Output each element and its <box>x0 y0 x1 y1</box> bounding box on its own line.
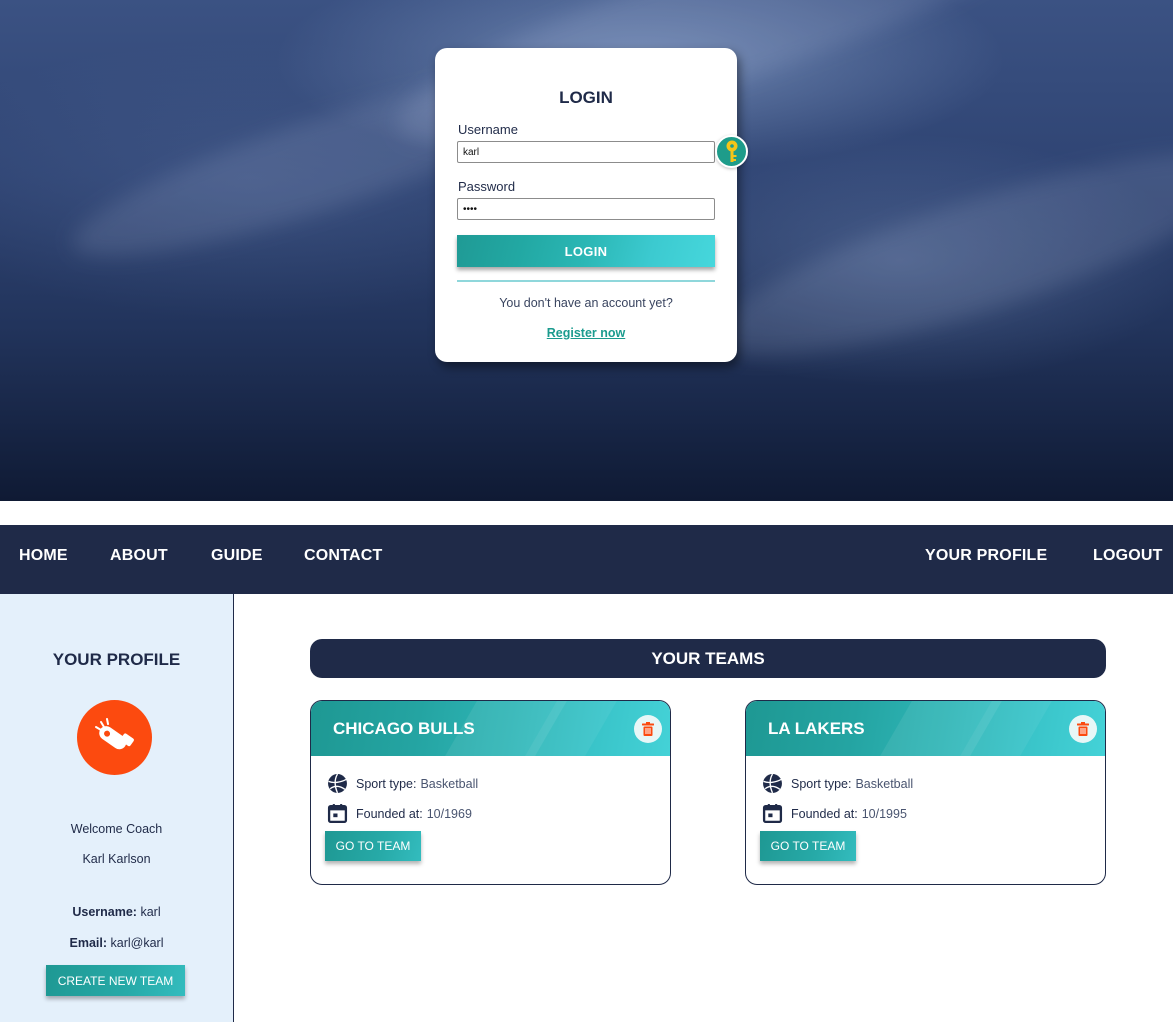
founded-label: Founded at: <box>356 806 423 821</box>
profile-sidebar: YOUR PROFILE Welcome Coach Karl Karlson … <box>0 594 234 1022</box>
email-info: Email: karl@karl <box>0 936 233 950</box>
password-label: Password <box>458 179 516 194</box>
volleyball-icon <box>763 773 782 794</box>
login-button[interactable]: LOGIN <box>457 235 715 267</box>
sport-type-label: Sport type: <box>356 776 417 791</box>
email-info-value: karl@karl <box>110 936 164 950</box>
nav-guide[interactable]: GUIDE <box>211 547 263 565</box>
coach-name: Karl Karlson <box>82 852 151 866</box>
username-label: Username <box>458 122 518 137</box>
create-new-team-button[interactable]: CREATE NEW TEAM <box>46 965 185 996</box>
login-title: LOGIN <box>559 88 613 107</box>
nav-about[interactable]: ABOUT <box>110 547 168 565</box>
trash-icon <box>642 722 654 736</box>
sport-type-row: Sport type: Basketball <box>762 773 913 794</box>
sport-type-row: Sport type: Basketball <box>327 773 478 794</box>
team-banner: LA LAKERS <box>746 701 1105 756</box>
trash-icon <box>1077 722 1089 736</box>
password-input[interactable] <box>457 198 715 220</box>
nav-your-profile[interactable]: YOUR PROFILE <box>925 547 1047 565</box>
email-info-label: Email: <box>69 936 108 950</box>
go-to-team-button[interactable]: GO TO TEAM <box>325 831 421 861</box>
divider <box>457 280 715 282</box>
no-account-text: You don't have an account yet? <box>499 296 673 310</box>
username-info-value: karl <box>140 905 161 919</box>
delete-team-button[interactable] <box>1069 715 1097 743</box>
whistle-icon <box>94 717 134 749</box>
top-navbar: HOME ABOUT GUIDE CONTACT YOUR PROFILE LO… <box>0 525 1173 594</box>
teams-header: YOUR TEAMS <box>310 639 1106 678</box>
avatar <box>77 700 152 775</box>
team-name: LA LAKERS <box>768 719 865 738</box>
founded-row: Founded at: 10/1995 <box>762 803 907 824</box>
team-card: LA LAKERS Sport type: Basketball Founded… <box>745 700 1106 885</box>
volleyball-icon <box>328 773 347 794</box>
sport-type-value: Basketball <box>855 776 914 791</box>
nav-logout[interactable]: LOGOUT <box>1093 547 1163 565</box>
welcome-text: Welcome Coach <box>70 822 163 836</box>
nav-contact[interactable]: CONTACT <box>304 547 382 565</box>
team-card: CHICAGO BULLS Sport type: Basketball Fou… <box>310 700 671 885</box>
key-icon <box>726 140 737 162</box>
username-info: Username: karl <box>0 905 233 919</box>
calendar-icon <box>762 804 783 824</box>
login-card: LOGIN Username Password LOGIN You don't … <box>435 48 748 362</box>
go-to-team-button[interactable]: GO TO TEAM <box>760 831 856 861</box>
login-screen: LOGIN Username Password LOGIN You don't … <box>0 0 1173 501</box>
founded-row: Founded at: 10/1969 <box>327 803 472 824</box>
nav-home[interactable]: HOME <box>19 547 68 565</box>
sidebar-title: YOUR PROFILE <box>52 650 181 669</box>
username-input[interactable] <box>457 141 715 163</box>
key-icon <box>715 135 748 168</box>
founded-value: 10/1969 <box>426 806 472 821</box>
founded-value: 10/1995 <box>861 806 907 821</box>
delete-team-button[interactable] <box>634 715 662 743</box>
sport-type-value: Basketball <box>420 776 479 791</box>
sport-type-label: Sport type: <box>791 776 852 791</box>
register-link[interactable]: Register now <box>435 326 737 340</box>
dashboard: HOME ABOUT GUIDE CONTACT YOUR PROFILE LO… <box>0 525 1173 1022</box>
team-name: CHICAGO BULLS <box>333 719 475 738</box>
calendar-icon <box>327 804 348 824</box>
background-streak <box>696 116 1173 394</box>
founded-label: Founded at: <box>791 806 858 821</box>
team-banner: CHICAGO BULLS <box>311 701 670 756</box>
username-info-label: Username: <box>72 905 137 919</box>
